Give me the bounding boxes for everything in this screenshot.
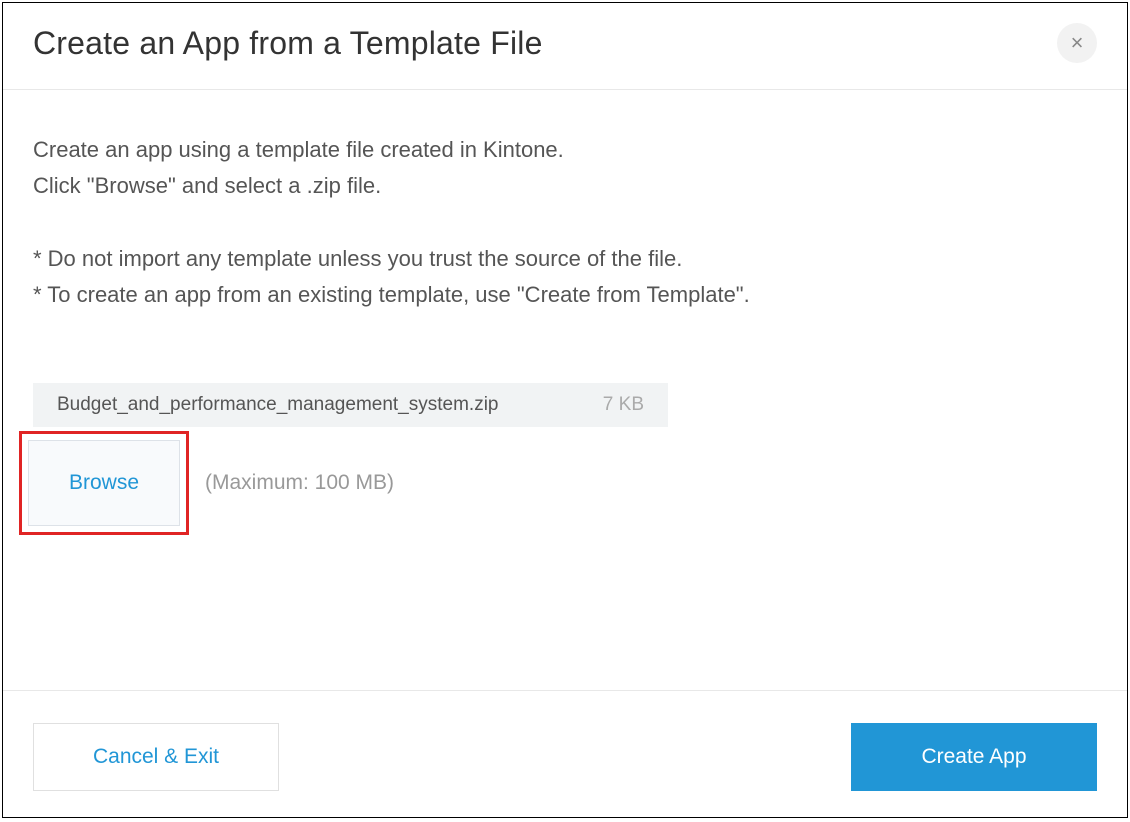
- dialog-header: Create an App from a Template File ×: [3, 3, 1127, 90]
- file-size: 7 KB: [603, 394, 644, 416]
- instruction-line-1: Create an app using a template file crea…: [33, 132, 1097, 168]
- note-line-1: * Do not import any template unless you …: [33, 241, 1097, 277]
- max-size-note: (Maximum: 100 MB): [205, 471, 394, 495]
- close-button[interactable]: ×: [1057, 23, 1097, 63]
- note-line-2: * To create an app from an existing temp…: [33, 277, 1097, 313]
- selected-file-row: Budget_and_performance_management_system…: [33, 383, 668, 427]
- browse-button[interactable]: Browse: [28, 440, 180, 526]
- browse-highlight-box: Browse: [19, 431, 189, 535]
- file-name: Budget_and_performance_management_system…: [57, 394, 603, 416]
- create-app-dialog: Create an App from a Template File × Cre…: [2, 2, 1128, 818]
- notes-block: * Do not import any template unless you …: [33, 241, 1097, 314]
- instructions-block: Create an app using a template file crea…: [33, 132, 1097, 205]
- browse-row: Browse (Maximum: 100 MB): [19, 431, 1097, 535]
- close-icon: ×: [1071, 32, 1084, 54]
- dialog-title: Create an App from a Template File: [33, 25, 543, 62]
- create-app-button[interactable]: Create App: [851, 723, 1097, 791]
- dialog-content: Create an app using a template file crea…: [3, 90, 1127, 690]
- dialog-footer: Cancel & Exit Create App: [3, 690, 1127, 817]
- instruction-line-2: Click "Browse" and select a .zip file.: [33, 168, 1097, 204]
- cancel-exit-button[interactable]: Cancel & Exit: [33, 723, 279, 791]
